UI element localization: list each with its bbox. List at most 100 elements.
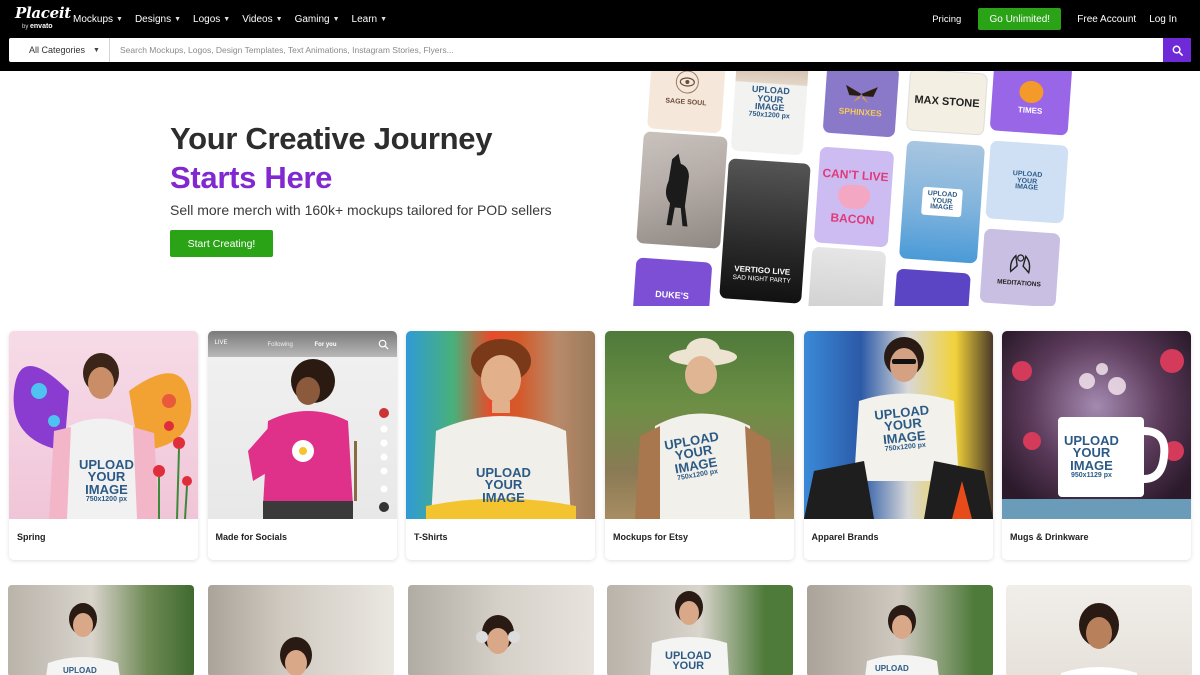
hero-collage: SAGE SOUL DUKE'S UPLOAD YOUR IMAGE 750x1200… — [620, 71, 1090, 306]
card-image: UPLOAD YOUR IMAGE 950x1129 px — [1002, 331, 1191, 519]
woman-shirt-graphic — [46, 603, 120, 675]
tab-following: Following — [267, 342, 293, 348]
card-image: LIVE Following For you — [207, 331, 397, 519]
collage-tile-sage-soul: SAGE SOUL — [647, 71, 727, 134]
mockup-thumbnail[interactable] — [208, 585, 394, 675]
hoodie-person-graphic — [247, 359, 389, 519]
upload-placeholder-text: UPLOAD YOUR IMAGE 950x1129 px — [1064, 433, 1119, 480]
hands-icon — [1009, 254, 1031, 275]
card-image: UPLOAD YOUR IMAGE — [406, 331, 595, 519]
woman-hat-graphic — [635, 338, 775, 519]
collage-tile-hoodie-couple — [807, 246, 887, 306]
category-card-t-shirts[interactable]: UPLOAD YOUR IMAGE T-Shirts — [406, 331, 595, 560]
category-card-made-for-socials[interactable]: LIVE Following For you Made for Socials — [207, 331, 397, 560]
mockup-thumbnail[interactable]: UPLOAD — [8, 585, 194, 675]
card-label: Mockups for Etsy — [613, 532, 689, 542]
eye-emblem-icon — [675, 71, 699, 94]
collage-tile-shirt-upload: UPLOAD YOUR IMAGE 750x1200 px — [730, 71, 810, 156]
log-in-link[interactable]: Log In — [1149, 14, 1177, 25]
hero-subtitle: Sell more merch with 160k+ mockups tailo… — [170, 202, 552, 218]
upload-placeholder-text: UPLOAD — [63, 666, 97, 675]
free-account-link[interactable]: Free Account — [1077, 14, 1136, 25]
upload-placeholder-text: UPLOAD YOUR IMAGE 750x1200 px — [663, 428, 720, 483]
card-label: Made for Socials — [215, 532, 288, 542]
card-image: UPLOAD YOUR IMAGE 750x1200 px — [9, 331, 198, 519]
chevron-down-icon: ▼ — [332, 15, 340, 23]
upload-placeholder-text: UPLOAD YOUR — [665, 650, 712, 673]
moth-icon — [846, 84, 878, 104]
category-card-mockups-for-etsy[interactable]: UPLOAD YOUR IMAGE 750x1200 px Mockups for E… — [605, 331, 794, 560]
mug-graphic — [1002, 349, 1191, 519]
card-image: UPLOAD YOUR IMAGE 750x1200 px — [803, 331, 993, 519]
logo-byline: by envato — [22, 23, 53, 30]
dog-silhouette-icon — [665, 153, 689, 227]
card-label: Spring — [17, 532, 46, 542]
pricing-link[interactable]: Pricing — [932, 14, 961, 25]
search-box: All Categories ▼ — [9, 38, 1191, 62]
mockup-thumbnail[interactable] — [1006, 585, 1192, 675]
nav-item-gaming[interactable]: Gaming ▼ — [295, 14, 340, 25]
cat-mascot-graphic — [1018, 80, 1045, 104]
start-creating-button[interactable]: Start Creating! — [170, 230, 273, 257]
hero-title-accent: Starts Here — [170, 160, 333, 195]
chevron-down-icon: ▼ — [93, 46, 100, 54]
mockup-thumbnail[interactable] — [408, 585, 594, 675]
placeit-logo[interactable]: Placeit by envato — [15, 4, 71, 31]
logo-wordmark: Placeit — [15, 4, 71, 22]
collage-tile-dog-photo — [636, 131, 728, 249]
hero-title: Your Creative Journey — [170, 121, 493, 156]
category-card-mugs-drinkware[interactable]: UPLOAD YOUR IMAGE 950x1129 px Mugs & Drinkw… — [1002, 331, 1191, 560]
live-indicator: LIVE — [214, 340, 228, 346]
nav-item-learn[interactable]: Learn ▼ — [352, 14, 388, 25]
chevron-down-icon: ▼ — [275, 15, 283, 23]
woman-portrait-graphic — [1061, 603, 1137, 675]
collage-tile-cant-live-bacon: CAN'T LIVE BACON — [813, 146, 895, 248]
mockup-thumbnail[interactable]: UPLOAD — [807, 585, 993, 675]
card-label: T-Shirts — [414, 532, 448, 542]
collage-tile-purple-script — [893, 268, 971, 306]
tab-for-you: For you — [314, 342, 337, 348]
heart-graphic — [837, 183, 871, 211]
upload-placeholder-text: UPLOAD YOUR IMAGE — [1012, 170, 1043, 193]
category-card-apparel-brands[interactable]: UPLOAD YOUR IMAGE 750x1200 px Apparel Brand… — [803, 331, 993, 560]
search-button[interactable] — [1163, 38, 1191, 62]
collage-tile-max-stone: MAX STONE — [905, 71, 989, 136]
upload-placeholder-text: UPLOAD YOUR IMAGE 750x1200 px — [873, 402, 930, 454]
woman-shirt-graphic — [865, 605, 939, 675]
upload-placeholder-text: UPLOAD YOUR IMAGE 750x1200 px — [79, 457, 134, 504]
go-unlimited-button[interactable]: Go Unlimited! — [978, 8, 1062, 30]
social-app-header — [207, 331, 397, 357]
chevron-down-icon: ▼ — [223, 15, 231, 23]
category-card-spring[interactable]: UPLOAD YOUR IMAGE 750x1200 px Spring — [9, 331, 198, 560]
collage-tile-sphinxes: SPHINXES — [822, 71, 900, 138]
card-image: UPLOAD YOUR IMAGE 750x1200 px — [605, 331, 794, 519]
chevron-down-icon: ▼ — [380, 15, 388, 23]
search-input[interactable] — [110, 38, 1163, 62]
upload-placeholder-text: UPLOAD YOUR IMAGE — [476, 465, 531, 505]
search-icon — [378, 339, 389, 350]
woman-glasses-graphic — [280, 637, 312, 675]
card-label: Apparel Brands — [811, 532, 879, 542]
chevron-down-icon: ▼ — [116, 15, 123, 23]
mockup-results-row: UPLOAD UPLOAD YOUR UPLOAD — [8, 585, 1192, 675]
collage-tile-mug-woman: UPLOAD YOUR IMAGE — [898, 140, 986, 264]
search-icon — [1172, 45, 1183, 56]
nav-item-designs[interactable]: Designs ▼ — [135, 14, 181, 25]
category-select[interactable]: All Categories ▼ — [9, 38, 110, 62]
collage-tile-dukes: DUKE'S — [631, 257, 713, 306]
account-actions: Pricing Go Unlimited! Free Account Log I… — [932, 0, 1200, 38]
nav-item-logos[interactable]: Logos ▼ — [193, 14, 230, 25]
mockup-thumbnail[interactable]: UPLOAD YOUR — [607, 585, 793, 675]
collage-tile-man-shirt: UPLOAD YOUR IMAGE — [985, 140, 1069, 224]
collage-tile-times: TIMES — [989, 71, 1073, 136]
nav-item-mockups[interactable]: Mockups ▼ — [73, 14, 123, 25]
main-menu: Mockups ▼ Designs ▼ Logos ▼ Videos ▼ Gaming ▼… — [73, 0, 399, 38]
category-cards: UPLOAD YOUR IMAGE 750x1200 px Spring LIVE F… — [9, 331, 1191, 561]
nav-item-videos[interactable]: Videos ▼ — [242, 14, 282, 25]
upload-placeholder-text: UPLOAD YOUR IMAGE 750x1200 px — [748, 84, 791, 121]
card-label: Mugs & Drinkware — [1010, 532, 1089, 542]
upload-placeholder-text: UPLOAD YOUR IMAGE — [921, 186, 963, 218]
search-bar-row: All Categories ▼ — [0, 38, 1200, 71]
woman-headphones-graphic — [476, 615, 520, 654]
top-navigation-bar: Placeit by envato Mockups ▼ Designs ▼ Logo… — [0, 0, 1200, 38]
